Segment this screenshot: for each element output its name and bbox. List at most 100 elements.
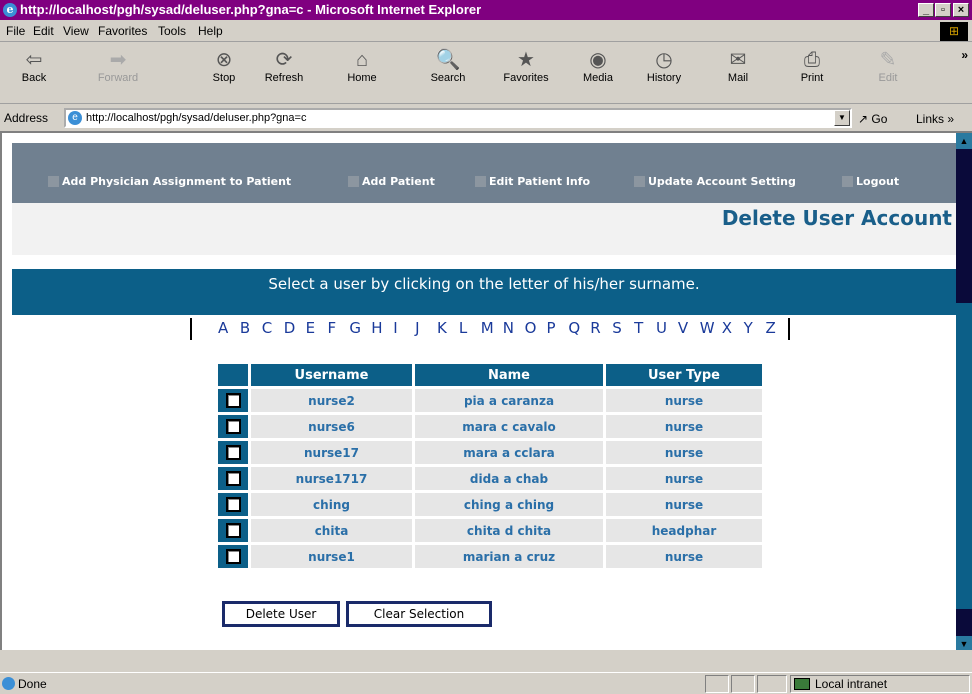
letter-link-h[interactable]: H <box>371 319 382 337</box>
letter-link-g[interactable]: G <box>349 319 361 337</box>
letter-link-t[interactable]: T <box>634 319 643 337</box>
name-column-header: Name <box>415 364 603 386</box>
table-row: nurse1717 dida a chab nurse <box>218 467 762 490</box>
letter-link-y[interactable]: Y <box>744 319 753 337</box>
name-cell: pia a caranza <box>415 389 603 412</box>
title-band: Delete User Account <box>12 203 956 255</box>
letter-link-a[interactable]: A <box>218 319 228 337</box>
media-icon: ◉ <box>589 49 607 71</box>
menu-view[interactable]: View <box>63 24 89 38</box>
vertical-scrollbar[interactable]: ▲ ▼ <box>956 133 972 650</box>
select-checkbox[interactable] <box>225 549 241 564</box>
select-checkbox[interactable] <box>225 419 241 434</box>
address-dropdown-button[interactable]: ▼ <box>834 110 850 126</box>
select-checkbox[interactable] <box>225 445 241 460</box>
toolbar-stop-button[interactable]: ⊗ Stop <box>196 48 252 84</box>
letter-link-n[interactable]: N <box>503 319 514 337</box>
letter-link-q[interactable]: Q <box>568 319 580 337</box>
name-cell: ching a ching <box>415 493 603 516</box>
letter-link-s[interactable]: S <box>612 319 622 337</box>
page-icon: e <box>68 111 82 125</box>
close-button[interactable]: × <box>953 3 969 17</box>
scroll-down-icon[interactable]: ▼ <box>956 636 972 650</box>
security-zone: Local intranet <box>790 675 970 693</box>
nav-add-patient[interactable]: Add Patient <box>348 175 435 188</box>
toolbar-media-button[interactable]: ◉ Media <box>570 48 626 84</box>
toolbar-search-button[interactable]: 🔍 Search <box>420 48 476 84</box>
toolbar-label: Mail <box>727 72 749 84</box>
menu-file[interactable]: File <box>6 24 25 38</box>
toolbar-mail-button[interactable]: ✉ Mail <box>710 48 766 84</box>
letter-link-b[interactable]: B <box>240 319 250 337</box>
select-checkbox[interactable] <box>225 523 241 538</box>
menu-favorites[interactable]: Favorites <box>98 24 147 38</box>
letter-link-m[interactable]: M <box>481 319 494 337</box>
toolbar-history-button[interactable]: ◷ History <box>636 48 692 84</box>
toolbar-home-button[interactable]: ⌂ Home <box>334 48 390 84</box>
address-label: Address <box>4 111 49 125</box>
letter-link-u[interactable]: U <box>656 319 667 337</box>
menu-edit[interactable]: Edit <box>33 24 54 38</box>
toolbar-refresh-button[interactable]: ⟳ Refresh <box>256 48 312 84</box>
letter-link-e[interactable]: E <box>306 319 315 337</box>
toolbar-print-button[interactable]: ⎙ Print <box>784 48 840 84</box>
letter-link-x[interactable]: X <box>722 319 732 337</box>
username-cell: nurse17 <box>251 441 412 464</box>
maximize-button[interactable]: ▫ <box>935 3 951 17</box>
nav-edit-patient-info[interactable]: Edit Patient Info <box>475 175 590 188</box>
letter-link-k[interactable]: K <box>437 319 447 337</box>
user-table-body: nurse2 pia a caranza nurse nurse6 mara c cav… <box>218 389 762 568</box>
select-checkbox[interactable] <box>225 471 241 486</box>
letter-link-c[interactable]: C <box>262 319 272 337</box>
scroll-thumb[interactable] <box>956 303 972 609</box>
chevron-right-icon: » <box>947 112 955 126</box>
scroll-up-icon[interactable]: ▲ <box>956 133 972 149</box>
clear-selection-button[interactable]: Clear Selection <box>346 601 492 627</box>
toolbar-label: Favorites <box>503 72 549 84</box>
stop-icon: ⊗ <box>215 49 233 71</box>
browser-window: e http://localhost/pgh/sysad/deluser.php… <box>0 0 972 694</box>
username-cell: nurse1 <box>251 545 412 568</box>
nav-logout[interactable]: Logout <box>842 175 899 188</box>
nav-update-account-setting[interactable]: Update Account Setting <box>634 175 796 188</box>
delete-user-button[interactable]: Delete User <box>222 601 340 627</box>
mail-icon: ✉ <box>729 49 747 71</box>
table-row: nurse17 mara a cclara nurse <box>218 441 762 464</box>
links-button[interactable]: Links » <box>916 112 954 126</box>
letter-link-j[interactable]: J <box>415 319 419 337</box>
instruction-band: Select a user by clicking on the letter … <box>12 269 956 315</box>
address-bar: Address e http://localhost/pgh/sysad/del… <box>0 106 972 130</box>
letter-link-o[interactable]: O <box>525 319 537 337</box>
select-checkbox[interactable] <box>225 393 241 408</box>
minimize-button[interactable]: _ <box>918 3 934 17</box>
toolbar-label: Edit <box>878 72 898 84</box>
letter-link-d[interactable]: D <box>284 319 296 337</box>
menu-tools[interactable]: Tools <box>158 24 186 38</box>
letter-link-r[interactable]: R <box>590 319 600 337</box>
nav-add-physician-assignment[interactable]: Add Physician Assignment to Patient <box>48 175 291 188</box>
letter-link-i[interactable]: I <box>393 319 397 337</box>
go-label: Go <box>871 112 888 126</box>
address-input[interactable]: e http://localhost/pgh/sysad/deluser.php… <box>64 108 852 128</box>
user-type-cell: nurse <box>606 389 762 412</box>
select-checkbox[interactable] <box>225 497 241 512</box>
letter-link-z[interactable]: Z <box>766 319 776 337</box>
go-button[interactable]: ↗ Go <box>858 112 887 126</box>
toolbar-overflow-icon[interactable]: » <box>961 48 968 62</box>
toolbar-favorites-button[interactable]: ★ Favorites <box>498 48 554 84</box>
letter-link-f[interactable]: F <box>328 319 337 337</box>
select-cell <box>218 441 248 464</box>
user-type-cell: nurse <box>606 493 762 516</box>
toolbar-back-button[interactable]: ⇦ Back <box>6 48 62 84</box>
print-icon: ⎙ <box>804 49 820 71</box>
letter-link-v[interactable]: V <box>678 319 688 337</box>
ie-logo-icon: e <box>3 3 17 17</box>
username-cell: chita <box>251 519 412 542</box>
menu-help[interactable]: Help <box>198 24 223 38</box>
table-row: chita chita d chita headphar <box>218 519 762 542</box>
table-row: nurse6 mara c cavalo nurse <box>218 415 762 438</box>
letter-link-p[interactable]: P <box>547 319 556 337</box>
letter-link-l[interactable]: L <box>459 319 467 337</box>
letter-link-w[interactable]: W <box>700 319 715 337</box>
select-cell <box>218 519 248 542</box>
